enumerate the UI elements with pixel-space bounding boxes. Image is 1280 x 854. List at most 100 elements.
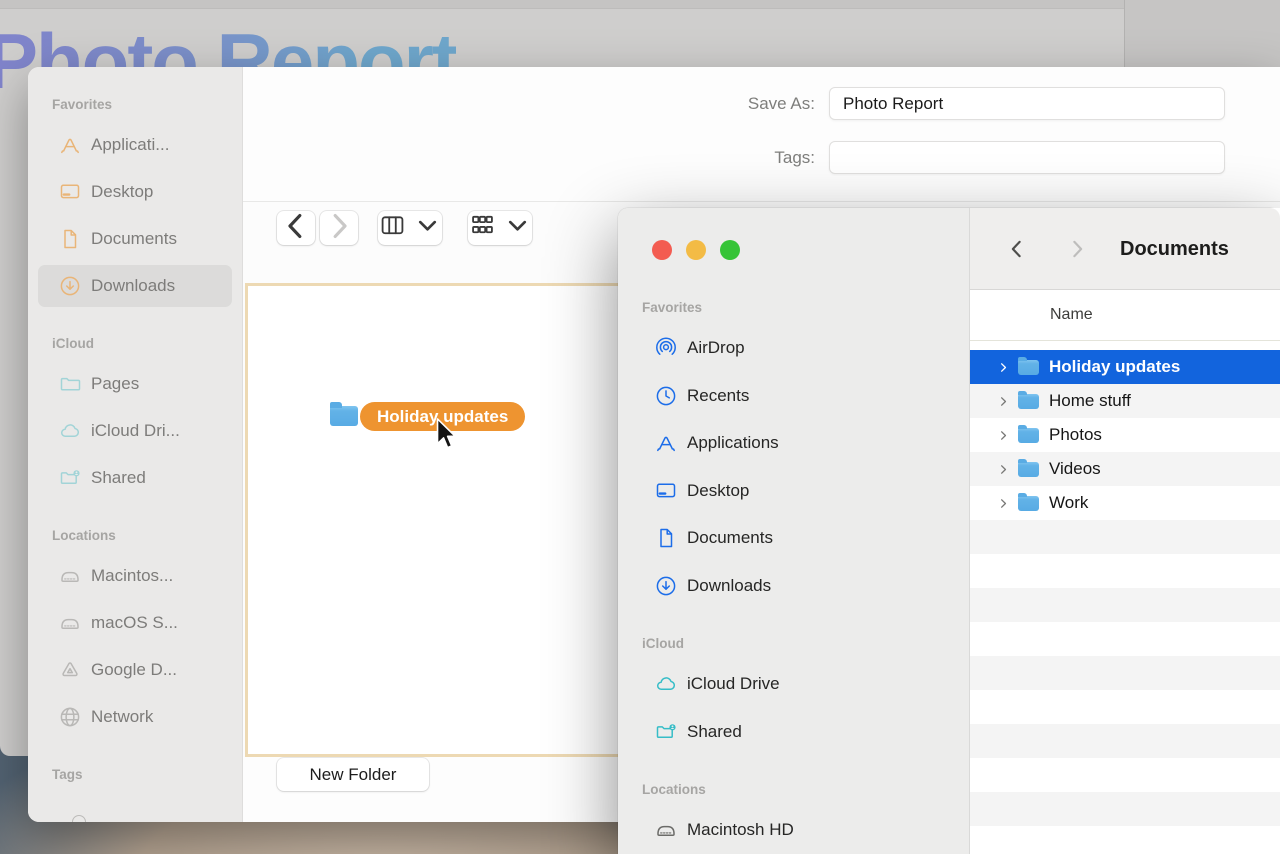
disclosure-chevron-icon[interactable]: [997, 395, 1010, 408]
hard-drive-icon: [58, 564, 82, 588]
sidebar-item-pages[interactable]: Pages: [38, 363, 232, 405]
sidebar-item-label: Applications: [687, 433, 779, 452]
sidebar-item-shared[interactable]: Shared: [38, 457, 232, 499]
table-row[interactable]: Photos: [970, 418, 1280, 452]
disclosure-chevron-icon[interactable]: [997, 361, 1010, 374]
globe-icon: [58, 705, 82, 729]
column-view-button[interactable]: [378, 211, 442, 245]
sidebar-item-network[interactable]: Network: [38, 696, 232, 738]
sidebar-item-recents[interactable]: Recents: [628, 375, 959, 417]
sidebar-item-desktop[interactable]: Desktop: [38, 171, 232, 213]
sidebar-item-shared[interactable]: Shared: [628, 711, 959, 753]
disclosure-chevron-icon[interactable]: [997, 429, 1010, 442]
minimize-window-icon[interactable]: [686, 240, 706, 260]
sidebar-section-title: Favorites: [52, 97, 113, 112]
cloud-icon: [58, 419, 82, 443]
table-row[interactable]: Work: [970, 486, 1280, 520]
tags-label: Tags:: [774, 148, 815, 167]
sidebar-item-label: Recents: [687, 385, 750, 405]
sidebar-item-google-d[interactable]: Google D...: [38, 649, 232, 691]
sidebar-item-label: Downloads: [687, 575, 772, 595]
finder-window: Favorites AirDrop Recents Applications Deskt…: [618, 208, 1280, 854]
list-column-header[interactable]: Name: [970, 290, 1280, 341]
sidebar-item-desktop[interactable]: Desktop: [628, 470, 959, 512]
save-dialog-sidebar: Favorites Applicati... Desktop Documents Dow…: [28, 67, 243, 822]
folder-icon: [1018, 391, 1039, 409]
sidebar-item-label: iCloud Drive: [687, 674, 780, 693]
finder-content: Documents Name Holiday updates Home stuff…: [970, 208, 1280, 854]
forward-button[interactable]: [320, 211, 358, 245]
chevron-right-icon: [320, 207, 358, 250]
zoom-window-icon[interactable]: [720, 240, 740, 260]
shared-folder-icon: [58, 466, 82, 490]
sidebar-item-macintos[interactable]: Macintos...: [38, 555, 232, 597]
background-window-toolbar: [0, 0, 1280, 9]
sidebar-item-label: Applicati...: [91, 135, 170, 154]
sidebar-item-applications[interactable]: Applications: [628, 422, 959, 464]
sidebar-item-label: Google D...: [91, 660, 177, 679]
sidebar-item-label: Pages: [91, 374, 140, 393]
name-column-label: Name: [1050, 306, 1093, 323]
new-folder-button[interactable]: New Folder: [277, 758, 429, 791]
save-as-input[interactable]: Photo Report: [829, 87, 1225, 120]
group-view-button[interactable]: [468, 211, 532, 245]
app-store-icon: [654, 431, 678, 455]
document-icon: [654, 526, 678, 550]
sidebar-item-label: Desktop: [91, 182, 154, 201]
desktop-icon: [58, 180, 82, 204]
empty-row: [970, 690, 1280, 724]
airdrop-icon: [654, 336, 678, 360]
sidebar-item-label: Desktop: [687, 480, 750, 500]
sidebar-item-label: Documents: [91, 229, 177, 248]
finder-location-title: Documents: [1120, 237, 1229, 260]
finder-back-button[interactable]: [1004, 236, 1030, 262]
sidebar-item-label: iCloud Dri...: [91, 421, 180, 440]
tags-input[interactable]: [829, 141, 1225, 174]
folder-icon: [1018, 425, 1039, 443]
finder-sidebar: Favorites AirDrop Recents Applications Deskt…: [618, 208, 970, 854]
sidebar-item-icloud-drive[interactable]: iCloud Drive: [628, 663, 959, 705]
file-name: Videos: [1049, 459, 1101, 478]
folder-icon: [1018, 493, 1039, 511]
sidebar-item-macos-s[interactable]: macOS S...: [38, 602, 232, 644]
file-list: Holiday updates Home stuff Photos Videos Wor…: [970, 341, 1280, 854]
sidebar-section-title: Locations: [52, 528, 116, 543]
chevron-down-icon: [503, 211, 532, 245]
disclosure-chevron-icon[interactable]: [997, 497, 1010, 510]
sidebar-item-airdrop[interactable]: AirDrop: [628, 327, 959, 369]
sidebar-item-label: Macintos...: [91, 566, 174, 585]
download-circle-icon: [654, 574, 678, 598]
close-window-icon[interactable]: [652, 240, 672, 260]
sidebar-item-applicati[interactable]: Applicati...: [38, 124, 232, 166]
sidebar-item-icloud-dri[interactable]: iCloud Dri...: [38, 410, 232, 452]
sidebar-item-documents[interactable]: Documents: [628, 517, 959, 559]
back-button[interactable]: [277, 211, 315, 245]
sidebar-section-title: Favorites: [642, 300, 703, 315]
table-row[interactable]: Home stuff: [970, 384, 1280, 418]
disclosure-chevron-icon[interactable]: [997, 463, 1010, 476]
sidebar-item-documents[interactable]: Documents: [38, 218, 232, 260]
sidebar-item-downloads[interactable]: Downloads: [38, 265, 232, 307]
sidebar-item-macintosh-hd[interactable]: Macintosh HD: [628, 809, 959, 851]
document-icon: [58, 227, 82, 251]
sidebar-item-label: Network: [91, 707, 154, 726]
background-right-pane: [1124, 0, 1280, 67]
empty-row: [970, 588, 1280, 622]
sidebar-section-title: iCloud: [642, 636, 684, 651]
save-fields-section: Save As: Photo Report Tags:: [243, 67, 1280, 202]
empty-row: [970, 826, 1280, 854]
sidebar-item-label: macOS S...: [91, 613, 178, 632]
table-row[interactable]: Holiday updates: [970, 350, 1280, 384]
folder-icon: [1018, 459, 1039, 477]
sidebar-item-downloads[interactable]: Downloads: [628, 565, 959, 607]
sidebar-section-title: iCloud: [52, 336, 94, 351]
chevron-left-icon: [277, 207, 315, 250]
clock-icon: [654, 384, 678, 408]
table-row[interactable]: Videos: [970, 452, 1280, 486]
sidebar-section-title: Tags: [52, 767, 83, 782]
finder-forward-button[interactable]: [1064, 236, 1090, 262]
sidebar-item-label: AirDrop: [687, 338, 745, 357]
sidebar-item-label: Documents: [687, 528, 773, 547]
mouse-cursor: [436, 418, 457, 449]
desktop-icon: [654, 479, 678, 503]
